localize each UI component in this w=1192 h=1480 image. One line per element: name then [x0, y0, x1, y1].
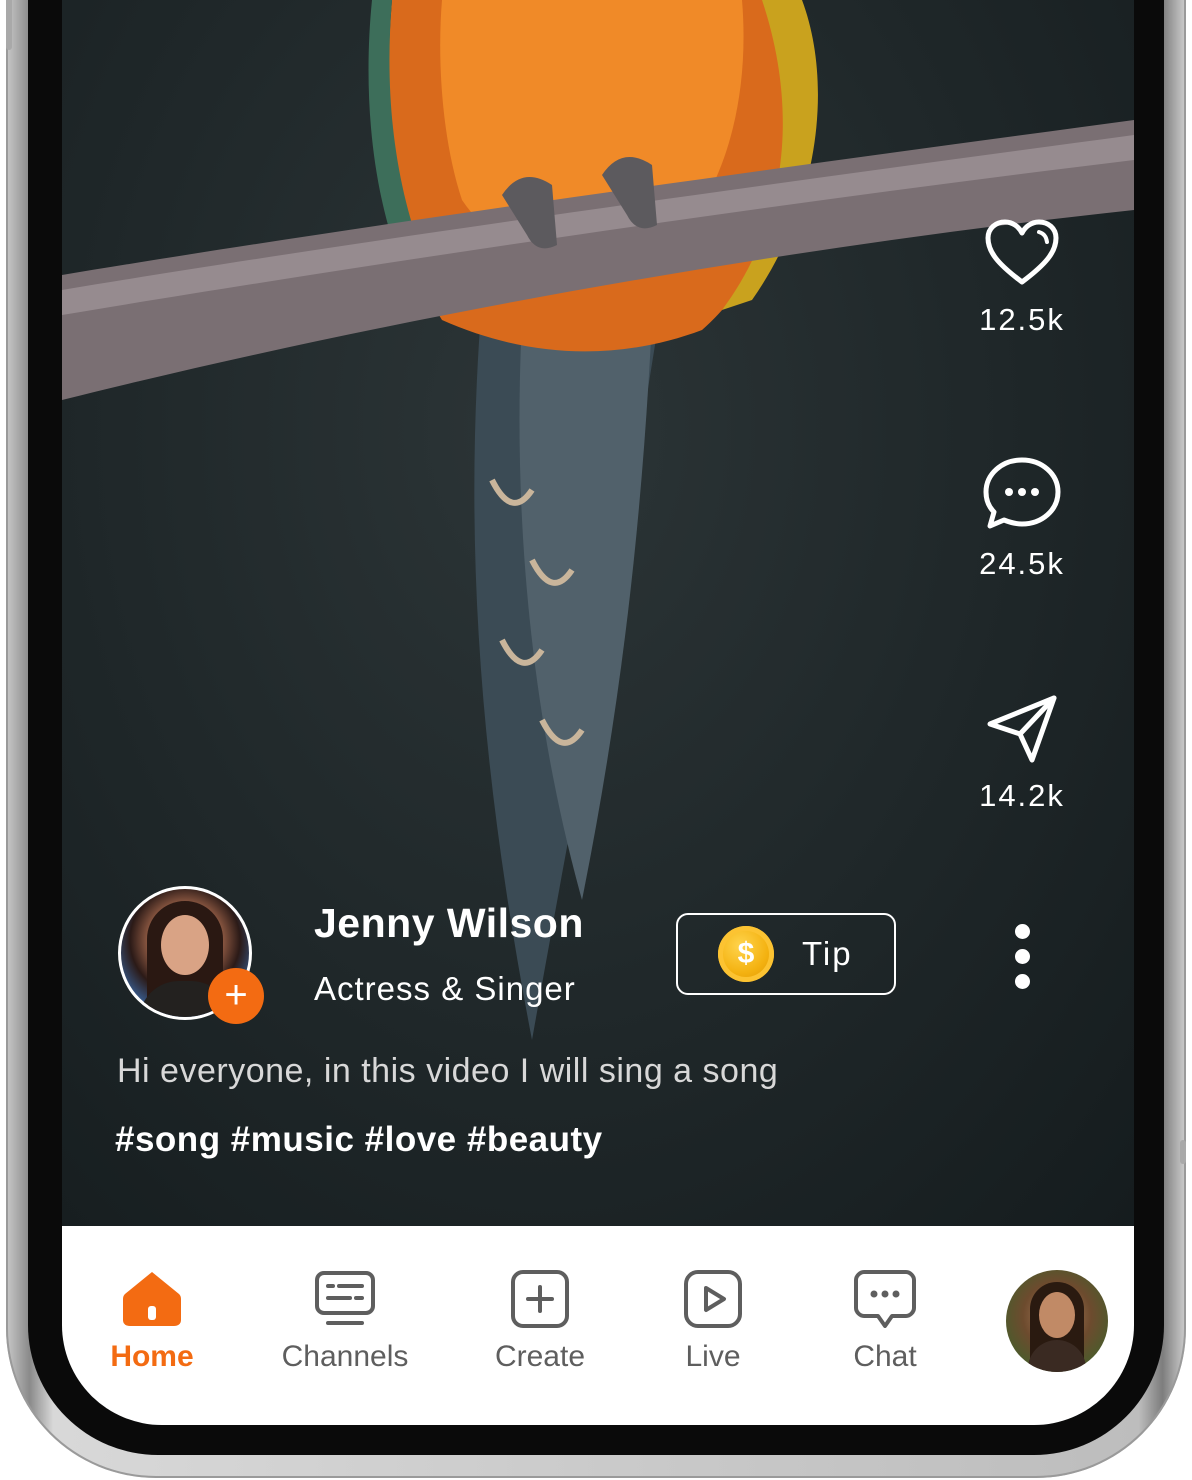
- chat-icon: [854, 1270, 916, 1328]
- bottom-nav: Home Channels Create Live Chat: [62, 1226, 1134, 1425]
- creator-avatar-wrap[interactable]: +: [118, 886, 264, 1024]
- video-frame-parrot: [62, 0, 1134, 1040]
- more-icon[interactable]: [998, 924, 1046, 989]
- nav-home[interactable]: Home: [102, 1270, 202, 1374]
- nav-home-label: Home: [110, 1340, 194, 1373]
- tip-button[interactable]: $ Tip: [676, 913, 896, 995]
- comment-icon[interactable]: [982, 456, 1062, 532]
- nav-create[interactable]: Create: [482, 1270, 598, 1374]
- comment-count: 24.5k: [979, 546, 1065, 581]
- home-icon: [123, 1272, 181, 1326]
- video-player[interactable]: [62, 0, 1134, 1226]
- create-icon: [511, 1270, 569, 1328]
- share-count: 14.2k: [979, 778, 1065, 813]
- tip-label: Tip: [802, 935, 853, 972]
- phone-side-button: [1180, 1140, 1186, 1164]
- like-action[interactable]: 12.5k: [952, 218, 1092, 338]
- channels-icon: [315, 1271, 375, 1325]
- app-screen: 12.5k 24.5k 14.2k + Jenny Wilson Actress…: [62, 0, 1134, 1425]
- live-icon: [684, 1270, 742, 1328]
- comment-action[interactable]: 24.5k: [952, 456, 1092, 582]
- nav-live[interactable]: Live: [666, 1270, 760, 1374]
- nav-live-label: Live: [685, 1340, 741, 1373]
- send-icon[interactable]: [984, 694, 1060, 764]
- post-caption: Hi everyone, in this video I will sing a…: [117, 1052, 779, 1090]
- nav-create-label: Create: [494, 1340, 586, 1373]
- profile-avatar[interactable]: [1006, 1270, 1108, 1372]
- share-action[interactable]: 14.2k: [952, 694, 1092, 814]
- creator-role: Actress & Singer: [314, 970, 576, 1007]
- heart-icon[interactable]: [984, 218, 1060, 288]
- phone-side-button: [6, 0, 12, 50]
- follow-button[interactable]: +: [208, 968, 264, 1024]
- coin-icon: $: [718, 926, 774, 982]
- post-hashtags[interactable]: #song #music #love #beauty: [115, 1120, 603, 1160]
- nav-channels-label: Channels: [281, 1340, 409, 1373]
- nav-channels[interactable]: Channels: [270, 1270, 420, 1374]
- like-count: 12.5k: [979, 302, 1065, 337]
- creator-name[interactable]: Jenny Wilson: [314, 900, 584, 947]
- nav-chat-label: Chat: [853, 1340, 917, 1373]
- nav-chat[interactable]: Chat: [838, 1270, 932, 1374]
